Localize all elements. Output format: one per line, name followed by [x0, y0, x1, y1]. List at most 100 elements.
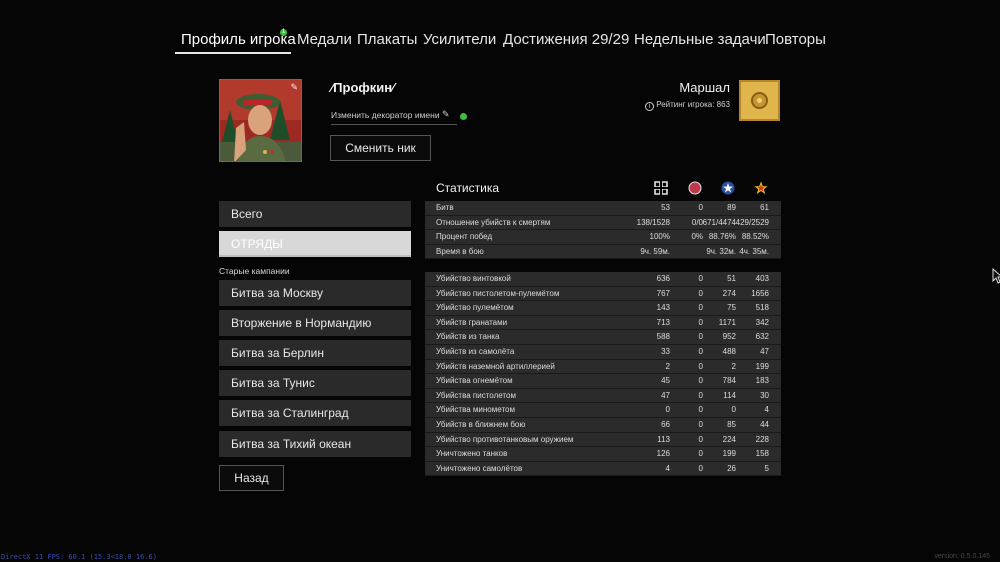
stat-label: Битв — [436, 203, 454, 212]
rating-text: Рейтинг игрока: 863 — [656, 100, 730, 109]
notification-dot — [460, 113, 467, 120]
stat-value: 0 — [665, 405, 670, 415]
tab-label: Недельные задачи — [634, 31, 766, 48]
tab-posters[interactable]: Плакаты — [357, 30, 417, 52]
stat-value: 4 — [665, 463, 670, 473]
axis-cross-icon — [654, 181, 668, 195]
tab-replays[interactable]: Повторы — [765, 30, 826, 52]
table-row: Битв 53 0 89 61 — [425, 201, 781, 216]
table-row: Убийства минометом 0 0 0 4 — [425, 403, 781, 418]
pencil-icon[interactable]: ✎ — [442, 109, 450, 120]
tab-label: Усилители — [423, 31, 497, 48]
menu-item-campaign-pacific[interactable]: Битва за Тихий океан — [219, 431, 411, 457]
menu-item-campaign-berlin[interactable]: Битва за Берлин — [219, 340, 411, 366]
stat-value: 767 — [656, 288, 670, 298]
menu-item-total[interactable]: Всего — [219, 201, 411, 227]
stat-value: 0 — [698, 317, 703, 327]
stat-value: 89 — [727, 203, 736, 212]
table-row: Убийств наземной артиллерией 2 0 2 199 — [425, 359, 781, 375]
stat-value: 228 — [755, 434, 769, 444]
stat-label: Убийство винтовкой — [436, 274, 511, 283]
stat-value: 75 — [727, 303, 736, 313]
menu-item-campaign-stalingrad[interactable]: Битва за Сталинград — [219, 400, 411, 426]
stat-label: Уничтожено самолётов — [436, 463, 523, 473]
player-avatar[interactable]: ✎ — [219, 79, 302, 162]
usa-star-icon — [721, 181, 735, 195]
info-icon[interactable]: i — [645, 102, 655, 111]
stat-value: 53 — [661, 203, 670, 212]
menu-item-squads[interactable]: ОТРЯДЫ — [219, 231, 411, 257]
player-name: ⁄Профкин⁄ — [331, 80, 395, 95]
stat-value: 88.52% — [741, 232, 769, 242]
table-row: Убийство пистолетом-пулемётом 767 0 274 1656 — [425, 286, 781, 302]
stat-value: 143 — [656, 303, 670, 313]
stat-value: 0 — [698, 203, 703, 212]
stat-value: 784 — [722, 376, 736, 386]
stat-value: 2 — [731, 361, 736, 371]
stat-value: 0 — [698, 376, 703, 386]
table-row: Уничтожено самолётов 4 0 26 5 — [425, 461, 781, 477]
stat-value: 126 — [656, 449, 670, 459]
stat-value: 0 — [698, 419, 703, 429]
table-row: Время в бою 9ч. 59м. 9ч. 32м. 4ч. 35м. — [425, 244, 781, 260]
stat-value: 0 — [698, 390, 703, 400]
stat-value: 713 — [656, 317, 670, 327]
stat-label: Уничтожено танков — [436, 449, 508, 459]
stat-value: 1171 — [718, 317, 736, 327]
decorator-label: Изменить декоратор имени — [331, 110, 440, 120]
ussr-star-icon — [754, 181, 768, 194]
stat-label: Процент побед — [436, 232, 493, 242]
stat-value: 403 — [755, 274, 769, 283]
stat-value: 85 — [727, 419, 736, 429]
tab-label: Повторы — [765, 31, 826, 48]
stat-label: Убийство пулемётом — [436, 303, 514, 313]
table-row: Убийства пистолетом 47 0 114 30 — [425, 388, 781, 404]
stat-value: 44 — [760, 419, 769, 429]
tab-weekly-tasks[interactable]: Недельные задачи — [634, 30, 766, 52]
notification-badge: 1 — [280, 29, 287, 36]
stat-label: Убийства огнемётом — [436, 376, 513, 386]
stat-value: 138/1528 — [636, 217, 670, 227]
kills-stats-table: Убийство винтовкой 636 0 51 403 Убийство пист… — [425, 272, 781, 477]
stat-value: 342 — [755, 317, 769, 327]
edit-avatar-icon[interactable]: ✎ — [290, 82, 298, 93]
menu-item-campaign-tunisia[interactable]: Битва за Тунис — [219, 370, 411, 396]
stat-value: 199 — [722, 449, 736, 459]
menu-item-campaign-normandy[interactable]: Вторжение в Нормандию — [219, 310, 411, 336]
stat-value: 183 — [755, 376, 769, 386]
stat-value: 158 — [755, 449, 769, 459]
mouse-cursor-icon — [992, 268, 1000, 284]
summary-stats-table: Битв 53 0 89 61 Отношение убийств к смертям 13… — [425, 201, 781, 260]
fps-counter: DirectX 11 FPS: 60.1 (15.3<18.0 16.6) — [1, 553, 157, 561]
tab-achievements[interactable]: Достижения 29/29 — [503, 30, 629, 52]
stat-value: 4ч. 35м. — [739, 246, 769, 256]
back-button[interactable]: Назад — [219, 465, 284, 491]
table-row: Убийств из самолёта 33 0 488 47 — [425, 344, 781, 360]
table-row: Убийство пулемётом 143 0 75 518 — [425, 301, 781, 316]
tab-label: Достижения 29/29 — [503, 31, 630, 48]
stat-value: 0 — [698, 463, 703, 473]
stat-value: 0 — [698, 434, 703, 444]
stat-label: Убийства пистолетом — [436, 390, 516, 400]
stat-value: 114 — [723, 390, 736, 400]
rank-title: Маршал — [679, 80, 730, 95]
tab-boosters[interactable]: Усилители — [423, 30, 496, 52]
menu-item-campaign-moscow[interactable]: Битва за Москву — [219, 280, 411, 306]
stat-value: 9ч. 59м. — [640, 246, 670, 256]
stat-value: 113 — [657, 434, 670, 444]
tab-medals[interactable]: Медали — [297, 30, 352, 52]
rank-badge-icon[interactable] — [739, 80, 780, 121]
stat-value: 952 — [722, 332, 736, 342]
stat-label: Убийств из самолёта — [436, 346, 515, 356]
stat-value: 0 — [731, 405, 736, 415]
stat-value: 0 — [698, 361, 703, 371]
stat-value: 0 — [698, 449, 703, 459]
stat-value: 199 — [755, 361, 769, 371]
tab-player-profile[interactable]: Профиль игрока — [181, 30, 296, 52]
stat-value: 224 — [722, 434, 736, 444]
change-nick-button[interactable]: Сменить ник — [330, 135, 431, 161]
stat-label: Убийство противотанковым оружием — [436, 434, 574, 444]
stat-value: 51 — [727, 274, 736, 283]
table-row: Убийств в ближнем бою 66 0 85 44 — [425, 417, 781, 433]
name-decorator-row[interactable]: Изменить декоратор имени ✎ — [331, 109, 457, 125]
